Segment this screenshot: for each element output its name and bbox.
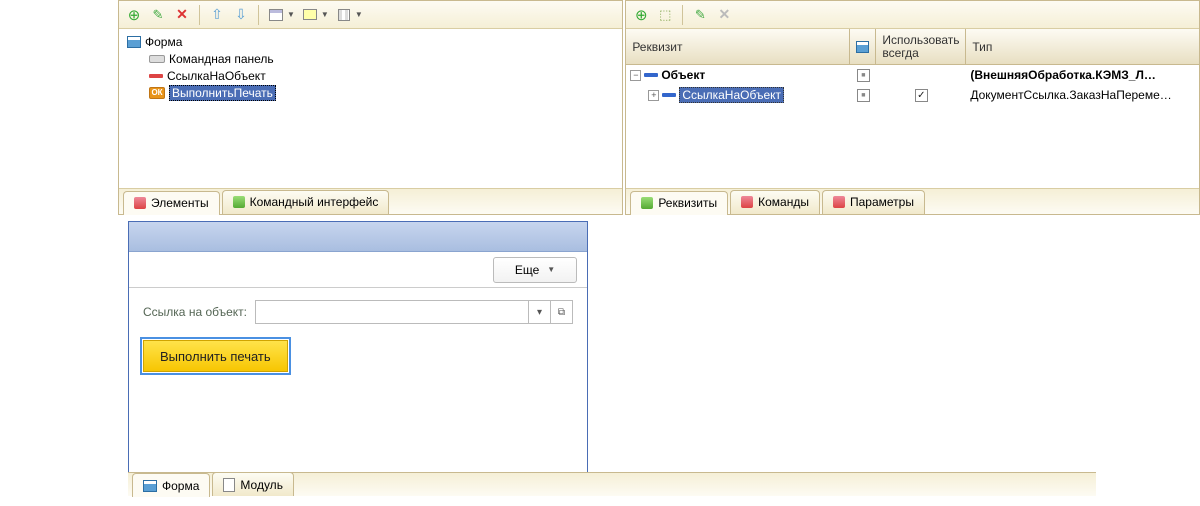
col-type[interactable]: Тип xyxy=(966,29,1199,64)
bottom-tabs: Форма Модуль xyxy=(128,472,1096,496)
tab-label: Реквизиты xyxy=(658,196,717,210)
dropdown-icon[interactable]: ▼ xyxy=(321,10,329,19)
add-attr-icon[interactable]: ⊕ xyxy=(632,6,650,24)
tab-label: Команды xyxy=(758,195,809,209)
tab-commands[interactable]: Команды xyxy=(730,190,820,214)
grid-row-ref[interactable]: + СсылкаНаОбъект ДокументСсылка.ЗаказНаП… xyxy=(626,85,1199,105)
ref-input-text[interactable] xyxy=(256,301,528,323)
open-button[interactable]: ⧉ xyxy=(550,301,572,323)
tab-requisites[interactable]: Реквизиты xyxy=(630,191,728,215)
ref-input[interactable]: ▾ ⧉ xyxy=(255,300,573,324)
cmd-tab-icon xyxy=(741,196,753,208)
add-icon[interactable]: ⊕ xyxy=(125,6,143,24)
form-icon xyxy=(856,41,869,53)
preview-toolbar: Еще ▼ xyxy=(129,252,587,288)
cmdpanel-icon xyxy=(149,55,165,63)
attr-icon xyxy=(662,93,676,97)
grid-row-object[interactable]: − Объект (ВнешняяОбработка.КЭМЗ_Л… xyxy=(626,65,1199,85)
tab-module[interactable]: Модуль xyxy=(212,472,294,496)
left-tabs: Элементы Командный интерфейс xyxy=(119,188,622,214)
move-down-icon[interactable]: ⇩ xyxy=(232,6,250,24)
field-row-ref: Ссылка на объект: ▾ ⧉ xyxy=(143,300,573,324)
tree-node-print[interactable]: ОК ВыполнитьПечать xyxy=(119,84,622,101)
attributes-grid[interactable]: − Объект (ВнешняяОбработка.КЭМЗ_Л… + Ссы… xyxy=(626,65,1199,188)
window-icon[interactable] xyxy=(267,6,285,24)
expand-icon[interactable]: + xyxy=(648,90,659,101)
tree-node-form[interactable]: Форма xyxy=(119,33,622,50)
columns-icon[interactable] xyxy=(335,6,353,24)
dropdown-icon[interactable]: ▼ xyxy=(355,10,363,19)
attr-type: ДокументСсылка.ЗаказНаПереме… xyxy=(966,88,1199,102)
preview-titlebar xyxy=(129,222,587,252)
form-elements-panel: ⊕ ✎ ✕ ⇧ ⇩ ▼ ▼ ▼ Форма Командная панель С… xyxy=(118,0,623,215)
tree-node-cmdpanel[interactable]: Командная панель xyxy=(119,50,622,67)
cmdint-tab-icon xyxy=(233,196,245,208)
checkbox[interactable] xyxy=(857,69,870,82)
delete-icon: ✕ xyxy=(715,6,733,24)
form-icon xyxy=(127,36,141,48)
tree-node-ref[interactable]: СсылкаНаОбъект xyxy=(119,67,622,84)
grid-header: Реквизит Использовать всегда Тип xyxy=(626,29,1199,65)
tab-label: Параметры xyxy=(850,195,914,209)
tree-label: Командная панель xyxy=(169,52,274,66)
attr-name: СсылкаНаОбъект xyxy=(679,87,784,103)
module-icon xyxy=(223,478,235,492)
tab-label: Модуль xyxy=(240,478,283,492)
param-tab-icon xyxy=(833,196,845,208)
tab-cmd-interface[interactable]: Командный интерфейс xyxy=(222,190,390,214)
tab-parameters[interactable]: Параметры xyxy=(822,190,925,214)
edit-icon[interactable]: ✎ xyxy=(149,6,167,24)
col-use-always[interactable]: Использовать всегда xyxy=(876,29,966,64)
right-tabs: Реквизиты Команды Параметры xyxy=(626,188,1199,214)
add-columns-icon[interactable]: ⬚ xyxy=(656,6,674,24)
attr-icon xyxy=(644,73,658,77)
move-up-icon[interactable]: ⇧ xyxy=(208,6,226,24)
elements-tree[interactable]: Форма Командная панель СсылкаНаОбъект ОК… xyxy=(119,29,622,188)
checkbox[interactable] xyxy=(857,89,870,102)
button-label: Выполнить печать xyxy=(160,349,271,364)
attributes-panel: ⊕ ⬚ ✎ ✕ Реквизит Использовать всегда Тип… xyxy=(625,0,1200,215)
tree-label: ВыполнитьПечать xyxy=(169,85,276,101)
col-icon[interactable] xyxy=(850,29,876,64)
tab-label: Форма xyxy=(162,479,199,493)
screen-icon[interactable] xyxy=(301,6,319,24)
tab-label: Элементы xyxy=(151,196,209,210)
more-button[interactable]: Еще ▼ xyxy=(493,257,577,283)
right-toolbar: ⊕ ⬚ ✎ ✕ xyxy=(626,1,1199,29)
form-preview: Еще ▼ Ссылка на объект: ▾ ⧉ Выполнить пе… xyxy=(128,221,588,478)
tab-elements[interactable]: Элементы xyxy=(123,191,220,215)
field-label: Ссылка на объект: xyxy=(143,305,247,319)
field-icon xyxy=(149,74,163,78)
elements-tab-icon xyxy=(134,197,146,209)
edit-icon[interactable]: ✎ xyxy=(691,6,709,24)
print-button[interactable]: Выполнить печать xyxy=(143,340,288,372)
left-toolbar: ⊕ ✎ ✕ ⇧ ⇩ ▼ ▼ ▼ xyxy=(119,1,622,29)
tab-form[interactable]: Форма xyxy=(132,473,210,497)
chevron-down-icon: ▼ xyxy=(547,265,555,274)
collapse-icon[interactable]: − xyxy=(630,70,641,81)
attr-name: Объект xyxy=(661,68,705,82)
ok-icon: ОК xyxy=(149,87,165,99)
col-requisite[interactable]: Реквизит xyxy=(626,29,850,64)
select-button[interactable]: ▾ xyxy=(528,301,550,323)
attr-type: (ВнешняяОбработка.КЭМЗ_Л… xyxy=(966,68,1199,82)
dropdown-icon[interactable]: ▼ xyxy=(287,10,295,19)
more-label: Еще xyxy=(515,263,539,277)
tree-label: Форма xyxy=(145,35,182,49)
tab-label: Командный интерфейс xyxy=(250,195,379,209)
req-tab-icon xyxy=(641,197,653,209)
delete-icon[interactable]: ✕ xyxy=(173,6,191,24)
tree-label: СсылкаНаОбъект xyxy=(167,69,266,83)
checkbox[interactable] xyxy=(915,89,928,102)
form-icon xyxy=(143,480,157,492)
